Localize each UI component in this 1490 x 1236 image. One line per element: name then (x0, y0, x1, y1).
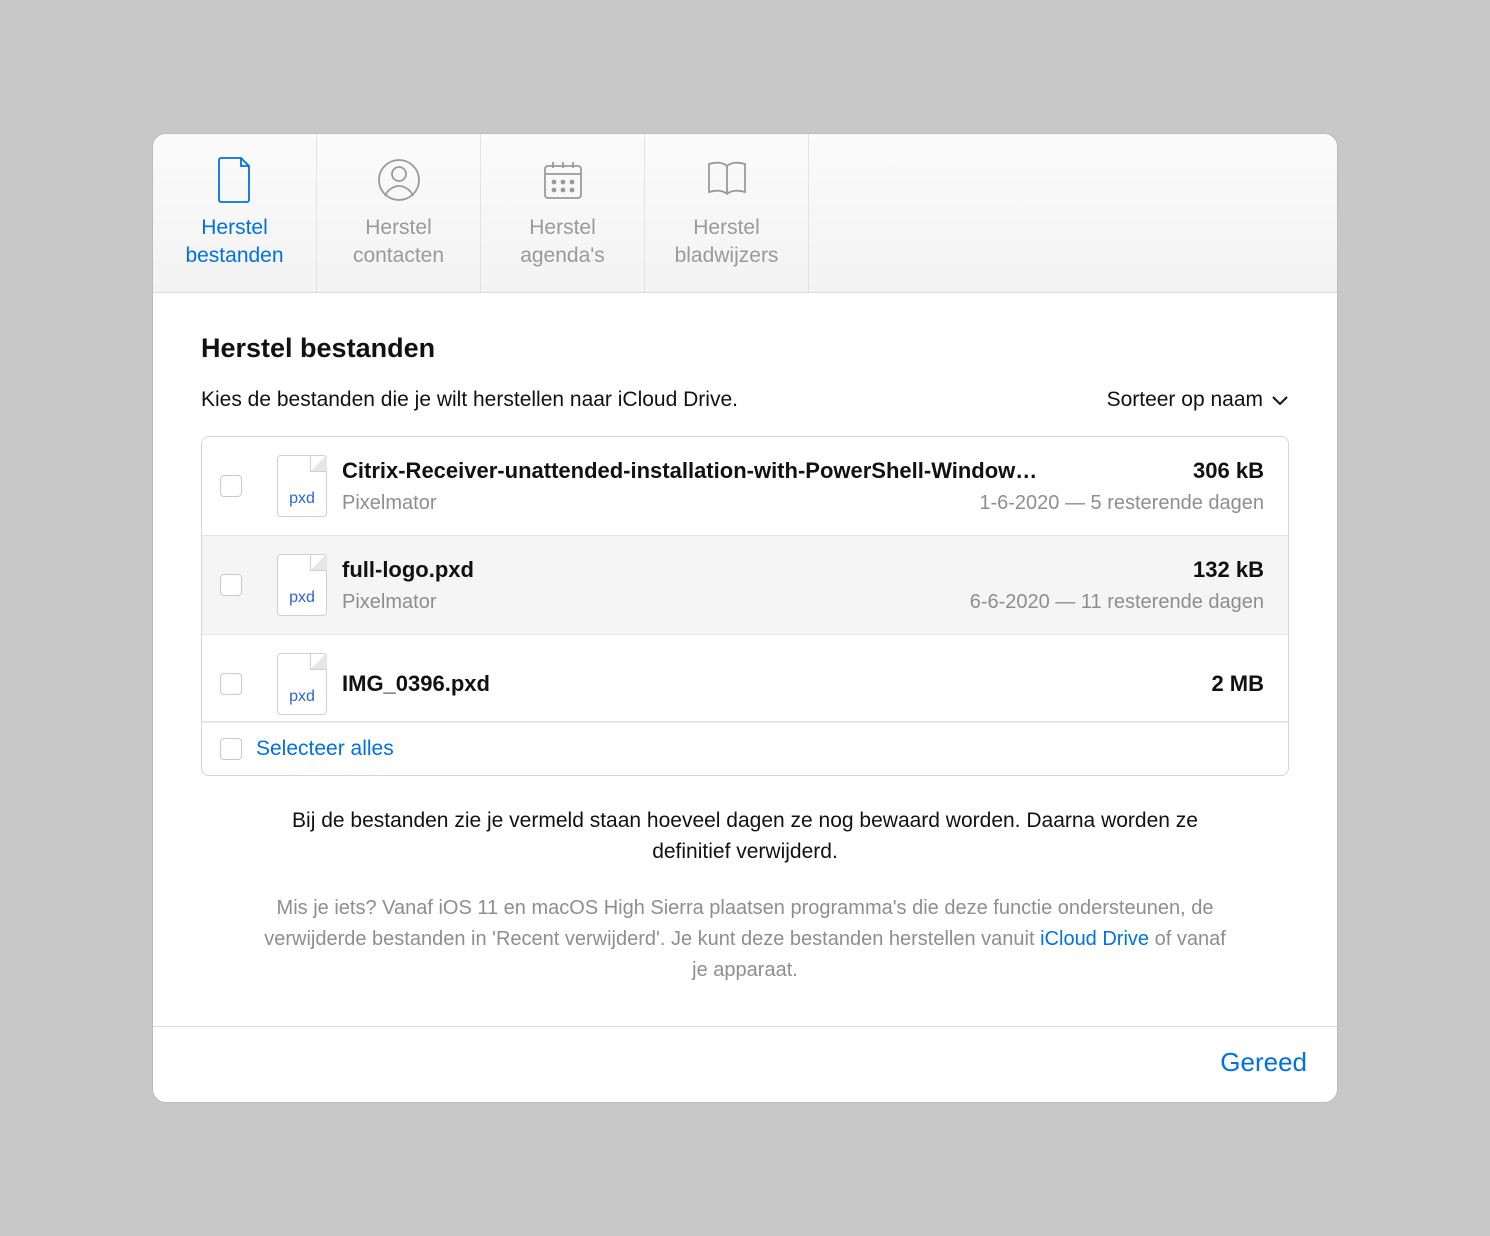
info-secondary-text: Mis je iets? Vanaf iOS 11 en macOS High … (261, 893, 1229, 986)
info-block: Bij de bestanden zie je vermeld staan ho… (201, 776, 1289, 996)
tab-label: Herstel bestanden (185, 214, 283, 271)
file-list: pxd Citrix-Receiver-unattended-installat… (201, 436, 1289, 776)
content-area: Herstel bestanden Kies de bestanden die … (153, 293, 1337, 1026)
tab-restore-bookmarks[interactable]: Herstel bladwijzers (645, 134, 809, 293)
file-name: full-logo.pxd (342, 557, 474, 583)
tab-bar: Herstel bestanden Herstel contacten Hers… (153, 134, 1337, 294)
tab-label: Herstel contacten (353, 214, 444, 271)
button-bar: Gereed (153, 1026, 1337, 1102)
tab-restore-files[interactable]: Herstel bestanden (153, 134, 317, 293)
file-row[interactable]: pxd full-logo.pxd 132 kB Pixelmator 6-6-… (202, 536, 1288, 635)
file-name: Citrix-Receiver-unattended-installation-… (342, 458, 1037, 484)
tab-restore-contacts[interactable]: Herstel contacten (317, 134, 481, 293)
file-name: IMG_0396.pxd (342, 671, 490, 697)
file-size: 132 kB (1193, 557, 1264, 583)
file-row[interactable]: pxd IMG_0396.pxd 2 MB (202, 635, 1288, 722)
file-type-icon: pxd (262, 554, 342, 616)
file-checkbox[interactable] (220, 475, 242, 497)
page-subtitle: Kies de bestanden die je wilt herstellen… (201, 388, 738, 412)
file-icon (215, 156, 255, 204)
tab-restore-calendars[interactable]: Herstel agenda's (481, 134, 645, 293)
file-row[interactable]: pxd Citrix-Receiver-unattended-installat… (202, 437, 1288, 536)
file-checkbox[interactable] (220, 574, 242, 596)
file-size: 306 kB (1193, 458, 1264, 484)
calendar-icon (541, 156, 585, 204)
file-checkbox[interactable] (220, 673, 242, 695)
file-app: Pixelmator (342, 492, 436, 515)
info-main-text: Bij de bestanden zie je vermeld staan ho… (261, 806, 1229, 867)
tab-label: Herstel agenda's (520, 214, 605, 271)
select-all-label: Selecteer alles (256, 737, 394, 761)
page-title: Herstel bestanden (201, 333, 1289, 364)
restore-dialog: Herstel bestanden Herstel contacten Hers… (152, 133, 1338, 1104)
sort-dropdown[interactable]: Sorteer op naam (1107, 388, 1289, 412)
icloud-drive-link[interactable]: iCloud Drive (1040, 928, 1149, 950)
chevron-down-icon (1271, 388, 1289, 412)
file-meta: 1-6-2020 — 5 resterende dagen (979, 492, 1264, 515)
file-type-icon: pxd (262, 455, 342, 517)
subtitle-row: Kies de bestanden die je wilt herstellen… (201, 388, 1289, 412)
select-all-checkbox[interactable] (220, 738, 242, 760)
sort-label: Sorteer op naam (1107, 388, 1263, 412)
file-app: Pixelmator (342, 591, 436, 614)
file-meta: 6-6-2020 — 11 resterende dagen (970, 591, 1264, 614)
file-type-icon: pxd (262, 653, 342, 715)
tab-label: Herstel bladwijzers (675, 214, 779, 271)
file-size: 2 MB (1211, 671, 1264, 697)
select-all-row[interactable]: Selecteer alles (202, 722, 1288, 775)
contact-icon (375, 156, 423, 204)
book-icon (703, 156, 751, 204)
done-button[interactable]: Gereed (1220, 1047, 1307, 1078)
